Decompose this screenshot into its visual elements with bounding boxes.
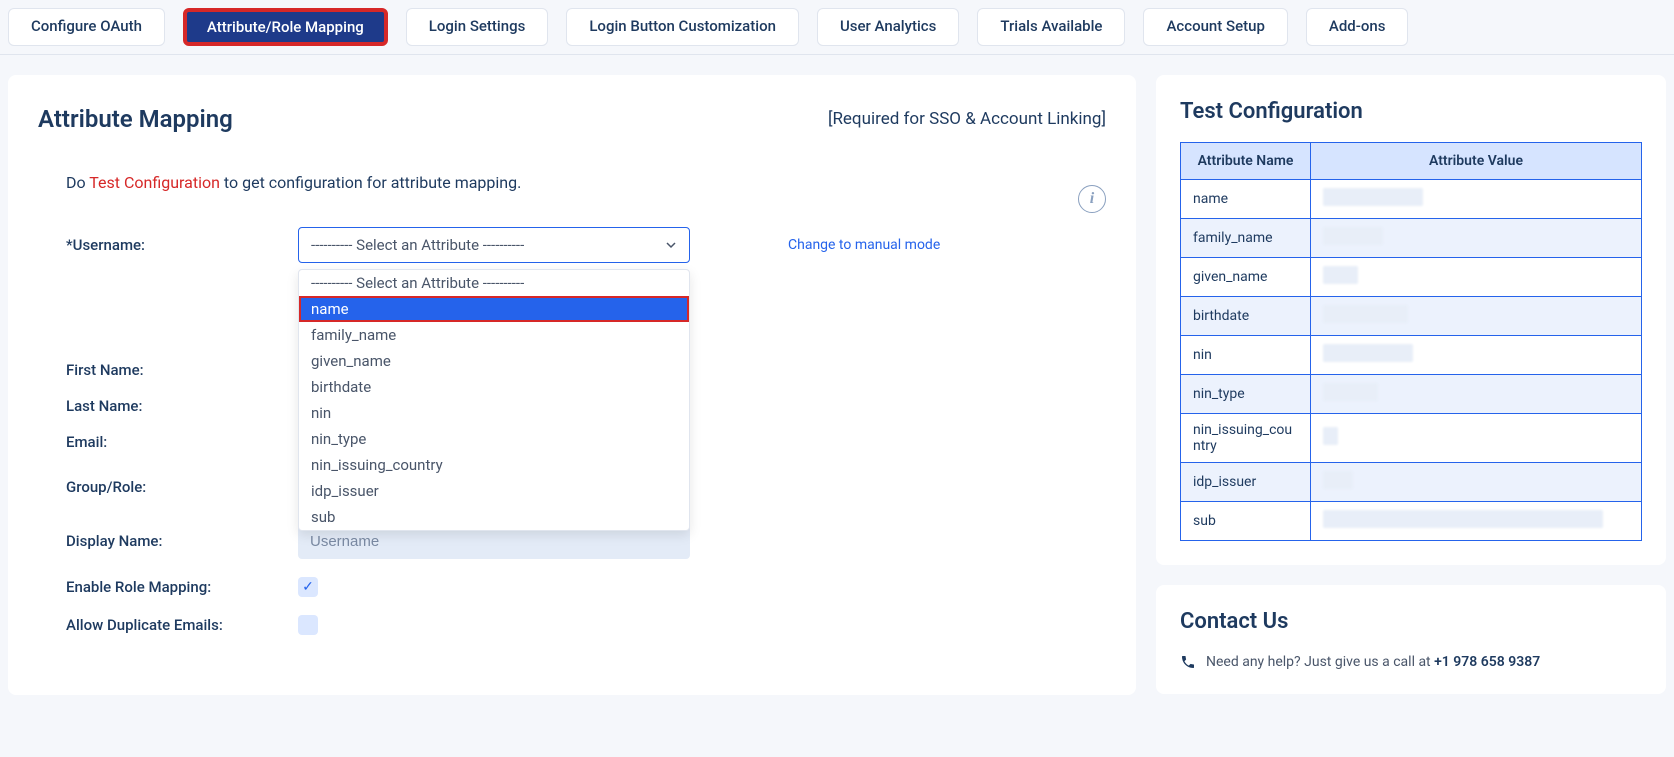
- tab-login-settings[interactable]: Login Settings: [406, 8, 549, 46]
- table-row: family_name: [1181, 219, 1642, 258]
- attr-name-cell: family_name: [1181, 219, 1311, 258]
- manual-mode-link[interactable]: Change to manual mode: [788, 237, 940, 253]
- blurred-value: [1323, 188, 1423, 206]
- enable-role-mapping-label: Enable Role Mapping:: [66, 578, 298, 596]
- attr-name-cell: nin_type: [1181, 375, 1311, 414]
- attr-name-cell: birthdate: [1181, 297, 1311, 336]
- attr-name-cell: nin: [1181, 336, 1311, 375]
- contact-us-title: Contact Us: [1180, 609, 1642, 634]
- chevron-down-icon: [665, 239, 677, 251]
- tab-user-analytics[interactable]: User Analytics: [817, 8, 959, 46]
- tab-login-button-customization[interactable]: Login Button Customization: [566, 8, 799, 46]
- table-row: given_name: [1181, 258, 1642, 297]
- table-row: nin: [1181, 336, 1642, 375]
- tab-add-ons[interactable]: Add-ons: [1306, 8, 1409, 46]
- blurred-value: [1323, 305, 1408, 323]
- config-note-highlight: Test Configuration: [89, 173, 220, 192]
- config-note: Do Test Configuration to get configurati…: [66, 173, 1106, 192]
- config-note-prefix: Do: [66, 173, 89, 192]
- username-dropdown-menu: ---------- Select an Attribute ---------…: [298, 269, 690, 531]
- attr-value-cell: [1311, 463, 1642, 502]
- table-row: nin_type: [1181, 375, 1642, 414]
- dropdown-option-placeholder[interactable]: ---------- Select an Attribute ---------…: [299, 270, 689, 296]
- contact-phone: +1 978 658 9387: [1434, 654, 1540, 670]
- allow-duplicate-emails-row: Allow Duplicate Emails:: [66, 615, 1106, 635]
- contact-text-prefix: Need any help? Just give us a call at: [1206, 654, 1434, 670]
- dropdown-option-sub[interactable]: sub: [299, 504, 689, 530]
- table-row: birthdate: [1181, 297, 1642, 336]
- enable-role-mapping-checkbox[interactable]: ✓: [298, 577, 318, 597]
- attr-table-header-value: Attribute Value: [1311, 143, 1642, 180]
- contact-text: Need any help? Just give us a call at +1…: [1180, 654, 1642, 670]
- info-icon[interactable]: i: [1078, 185, 1106, 213]
- attr-value-cell: [1311, 502, 1642, 541]
- attr-value-cell: [1311, 180, 1642, 219]
- enable-role-mapping-row: Enable Role Mapping: ✓: [66, 577, 1106, 597]
- display-name-label: Display Name:: [66, 532, 298, 550]
- username-label: *Username:: [66, 236, 298, 254]
- table-row: name: [1181, 180, 1642, 219]
- page-title: Attribute Mapping: [38, 105, 233, 133]
- attr-name-cell: idp_issuer: [1181, 463, 1311, 502]
- attr-value-cell: [1311, 414, 1642, 463]
- blurred-value: [1323, 471, 1353, 489]
- contact-us-panel: Contact Us Need any help? Just give us a…: [1156, 585, 1666, 694]
- attr-value-cell: [1311, 375, 1642, 414]
- header-note: [Required for SSO & Account Linking]: [828, 109, 1106, 129]
- blurred-value: [1323, 510, 1603, 528]
- table-row: nin_issuing_country: [1181, 414, 1642, 463]
- table-row: sub: [1181, 502, 1642, 541]
- test-configuration-panel: Test Configuration Attribute Name Attrib…: [1156, 75, 1666, 565]
- attr-name-cell: given_name: [1181, 258, 1311, 297]
- attr-table-header-name: Attribute Name: [1181, 143, 1311, 180]
- dropdown-option-birthdate[interactable]: birthdate: [299, 374, 689, 400]
- attr-value-cell: [1311, 297, 1642, 336]
- dropdown-option-nin-issuing-country[interactable]: nin_issuing_country: [299, 452, 689, 478]
- blurred-value: [1323, 227, 1383, 245]
- attr-name-cell: sub: [1181, 502, 1311, 541]
- tab-attribute-role-mapping[interactable]: Attribute/Role Mapping: [183, 8, 388, 46]
- attr-name-cell: name: [1181, 180, 1311, 219]
- test-configuration-title: Test Configuration: [1180, 99, 1642, 124]
- config-note-suffix: to get configuration for attribute mappi…: [220, 173, 521, 192]
- attr-value-cell: [1311, 336, 1642, 375]
- attr-value-cell: [1311, 219, 1642, 258]
- dropdown-option-idp-issuer[interactable]: idp_issuer: [299, 478, 689, 504]
- tabs-bar: Configure OAuth Attribute/Role Mapping L…: [0, 0, 1674, 55]
- dropdown-option-given-name[interactable]: given_name: [299, 348, 689, 374]
- username-select[interactable]: ---------- Select an Attribute ---------…: [298, 227, 690, 263]
- email-label: Email:: [66, 433, 298, 451]
- tab-configure-oauth[interactable]: Configure OAuth: [8, 8, 165, 46]
- first-name-label: First Name:: [66, 361, 298, 379]
- dropdown-option-nin-type[interactable]: nin_type: [299, 426, 689, 452]
- attribute-table: Attribute Name Attribute Value namefamil…: [1180, 142, 1642, 541]
- group-role-label: Group/Role:: [66, 478, 298, 496]
- attribute-mapping-panel: Attribute Mapping [Required for SSO & Ac…: [8, 75, 1136, 695]
- last-name-label: Last Name:: [66, 397, 298, 415]
- tab-trials-available[interactable]: Trials Available: [977, 8, 1125, 46]
- allow-duplicate-emails-label: Allow Duplicate Emails:: [66, 616, 298, 634]
- blurred-value: [1323, 383, 1378, 401]
- dropdown-option-nin[interactable]: nin: [299, 400, 689, 426]
- blurred-value: [1323, 266, 1358, 284]
- attr-name-cell: nin_issuing_country: [1181, 414, 1311, 463]
- dropdown-option-name[interactable]: name: [299, 296, 689, 322]
- blurred-value: [1323, 427, 1338, 445]
- info-icon-wrapper: i: [1078, 185, 1106, 213]
- username-row: *Username: ---------- Select an Attribut…: [66, 227, 1106, 263]
- blurred-value: [1323, 344, 1413, 362]
- dropdown-option-family-name[interactable]: family_name: [299, 322, 689, 348]
- username-select-text: ---------- Select an Attribute ---------…: [311, 236, 524, 254]
- table-row: idp_issuer: [1181, 463, 1642, 502]
- tab-account-setup[interactable]: Account Setup: [1143, 8, 1287, 46]
- phone-icon: [1180, 654, 1196, 670]
- attr-value-cell: [1311, 258, 1642, 297]
- allow-duplicate-emails-checkbox[interactable]: [298, 615, 318, 635]
